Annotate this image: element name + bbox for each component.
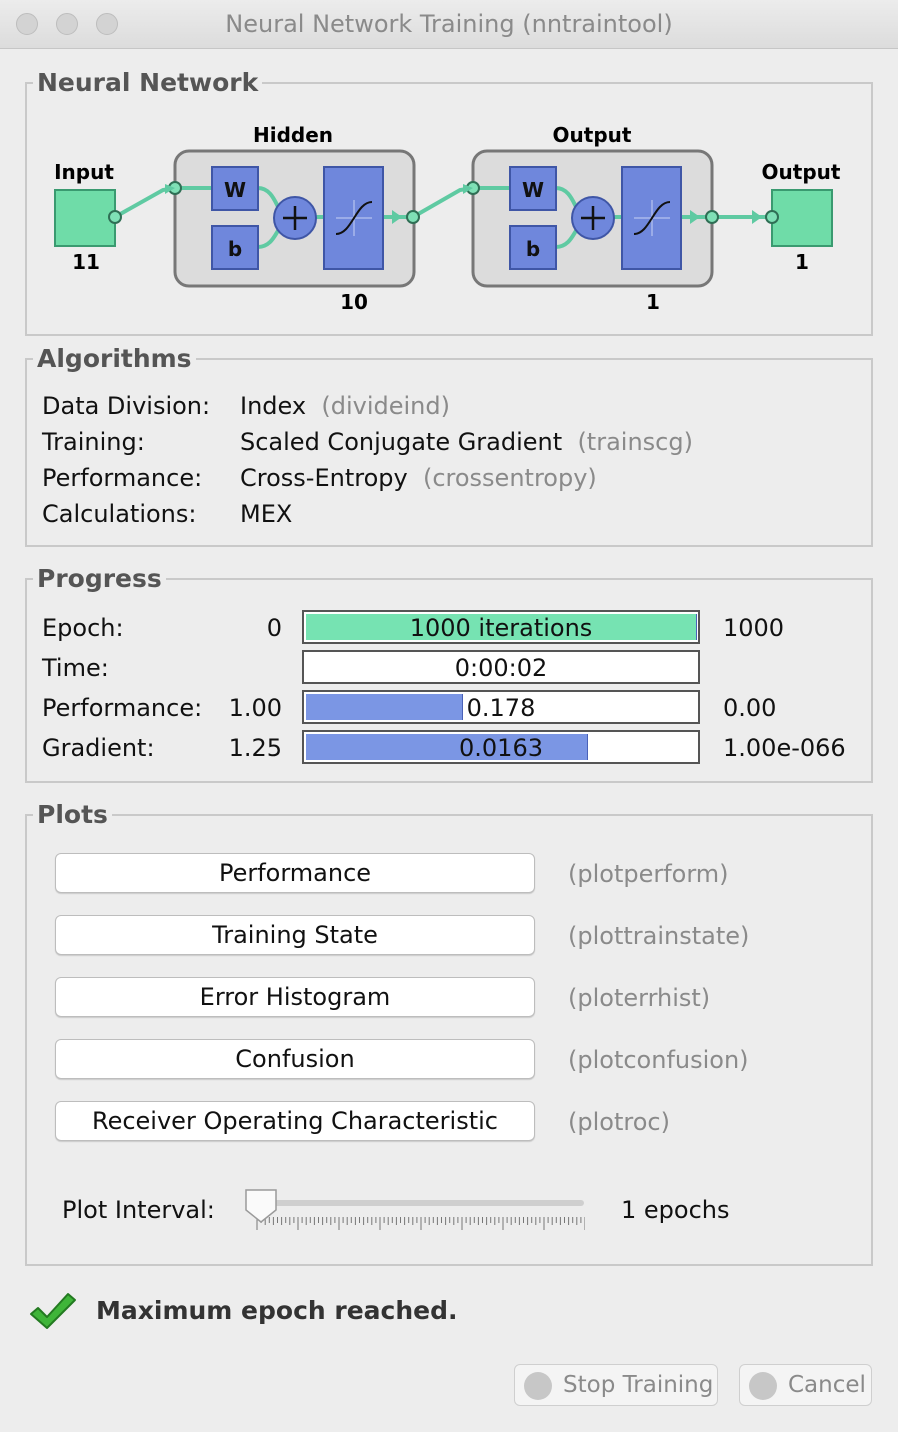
input-box [54, 189, 116, 247]
plot-training-state-fn: (plottrainstate) [568, 922, 750, 950]
epoch-end: 1000 [723, 614, 785, 642]
input-label: Input [54, 160, 114, 184]
cancel-label: Cancel [788, 1372, 866, 1398]
performance-end: 0.00 [723, 694, 777, 722]
plots-legend: Plots [37, 800, 108, 829]
hidden-size: 10 [340, 290, 368, 314]
output-bias-symbol: b [526, 237, 540, 261]
plot-error-histogram-fn: (ploterrhist) [568, 984, 711, 1012]
plot-interval-slider-thumb[interactable] [244, 1188, 278, 1224]
network-diagram: Input 11 Hidden 10 Output 1 Output 1 W b… [54, 123, 841, 314]
cancel-button[interactable]: Cancel [739, 1364, 872, 1406]
stop-training-label: Stop Training [563, 1372, 714, 1398]
performance-progress-text: 0.178 [466, 694, 536, 722]
plot-interval-label: Plot Interval: [62, 1196, 215, 1224]
plot-confusion-button[interactable]: Confusion [55, 1039, 535, 1079]
plot-confusion-fn: (plotconfusion) [568, 1046, 749, 1074]
status-message: Maximum epoch reached. [96, 1296, 458, 1325]
plot-training-state-button[interactable]: Training State [55, 915, 535, 955]
progress-label-time: Time: [42, 654, 109, 682]
gradient-start: 1.25 [228, 734, 282, 762]
performance-start: 1.00 [228, 694, 282, 722]
time-progress-bar: 0:00:02 [302, 650, 700, 684]
algorithm-label-training: Training: [42, 428, 145, 456]
time-progress-text: 0:00:02 [454, 654, 548, 682]
plot-interval-ticks [256, 1217, 585, 1230]
plot-roc-button[interactable]: Receiver Operating Characteristic [55, 1101, 535, 1141]
algorithm-label-calculations: Calculations: [42, 500, 197, 528]
algorithm-value-calculations: MEX [240, 500, 293, 528]
performance-progress-bar: 0.178 [302, 690, 700, 724]
epoch-progress-text: 1000 iterations [409, 614, 593, 642]
algorithm-value-training: Scaled Conjugate Gradient (trainscg) [240, 428, 693, 456]
output-label: Output [762, 160, 841, 184]
plot-performance-fn: (plotperform) [568, 860, 729, 888]
algorithm-value-data-division: Index (divideind) [240, 392, 450, 420]
progress-label-performance: Performance: [42, 694, 203, 722]
gradient-progress-text: 0.0163 [459, 734, 543, 762]
plot-performance-button[interactable]: Performance [55, 853, 535, 893]
gradient-progress-bar: 0.0163 [302, 730, 700, 764]
checkmark-icon [30, 1293, 76, 1329]
output-layer-label: Output [553, 123, 632, 147]
cancel-icon [749, 1372, 777, 1400]
output-layer-size: 1 [646, 290, 660, 314]
input-size: 11 [72, 250, 100, 274]
algorithms-legend: Algorithms [37, 344, 192, 373]
plot-interval-slider[interactable] [258, 1200, 584, 1206]
stop-training-button[interactable]: Stop Training [514, 1364, 718, 1406]
output-weight-symbol: W [522, 178, 544, 202]
output-box [771, 189, 833, 247]
progress-legend: Progress [37, 564, 162, 593]
epoch-start: 0 [266, 614, 282, 642]
hidden-bias-symbol: b [228, 237, 242, 261]
gradient-end: 1.00e-066 [723, 734, 846, 762]
plot-error-histogram-button[interactable]: Error Histogram [55, 977, 535, 1017]
progress-label-epoch: Epoch: [42, 614, 124, 642]
output-size: 1 [795, 250, 809, 274]
epoch-progress-bar: 1000 iterations [302, 610, 700, 644]
stop-icon [524, 1372, 552, 1400]
progress-label-gradient: Gradient: [42, 734, 155, 762]
plot-interval-value: 1 epochs [621, 1196, 730, 1224]
hidden-label: Hidden [253, 123, 333, 147]
hidden-weight-symbol: W [224, 178, 246, 202]
algorithm-value-performance: Cross-Entropy (crossentropy) [240, 464, 597, 492]
algorithm-label-performance: Performance: [42, 464, 203, 492]
plot-roc-fn: (plotroc) [568, 1108, 670, 1136]
algorithm-label-data-division: Data Division: [42, 392, 211, 420]
